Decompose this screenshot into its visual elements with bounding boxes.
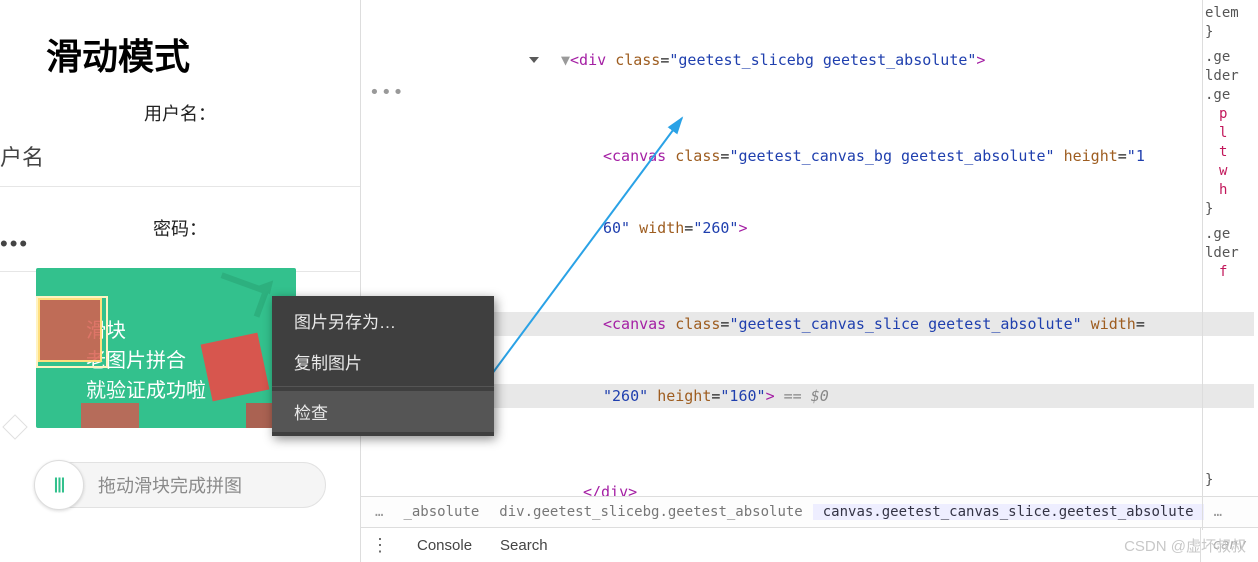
breadcrumb-item[interactable]: _absolute	[393, 504, 489, 520]
style-line: }	[1205, 471, 1213, 490]
captcha-slider-handle[interactable]: |||	[34, 460, 84, 510]
breadcrumb-item-selected[interactable]: canvas.geetest_canvas_slice.geetest_abso…	[813, 504, 1204, 520]
style-line: .ge	[1205, 86, 1256, 105]
style-line: f	[1205, 263, 1256, 282]
kebab-menu-icon[interactable]: ⋮	[371, 535, 389, 556]
gutter-more-icon[interactable]: •••	[369, 82, 405, 103]
dom-node-selected[interactable]: <canvas class="geetest_canvas_slice geet…	[361, 312, 1254, 336]
context-menu: 图片另存为… 复制图片 检查	[272, 296, 494, 436]
ctx-inspect[interactable]: 检查	[272, 391, 494, 432]
page-title: 滑动模式	[46, 28, 360, 80]
style-line: h	[1205, 181, 1256, 200]
style-line: p	[1205, 105, 1256, 124]
tab-console[interactable]: Console	[417, 537, 472, 554]
captcha-pointer	[2, 414, 27, 439]
captcha-hint-arrow	[212, 272, 269, 317]
dom-tree[interactable]: ▼<div class="geetest_slicebg geetest_abs…	[361, 0, 1258, 496]
styles-pane[interactable]: elem } .ge lder .ge p l t w h } .ge lder…	[1202, 0, 1258, 530]
captcha-slice-piece[interactable]	[40, 300, 100, 360]
captcha-line: 就验证成功啦	[86, 376, 206, 406]
style-line: l	[1205, 124, 1256, 143]
style-line: lder	[1205, 244, 1256, 263]
ctx-save-image-as[interactable]: 图片另存为…	[272, 300, 494, 341]
dom-node-cont[interactable]: 60" width="260">	[361, 216, 1254, 240]
style-line: }	[1205, 200, 1256, 219]
username-label: 用户名：	[0, 100, 360, 126]
devtools-elements-panel: ••• ▼<div class="geetest_slicebg geetest…	[360, 0, 1258, 562]
style-line: }	[1205, 23, 1256, 42]
dom-node-close[interactable]: </div>	[361, 480, 1254, 496]
ctx-separator	[272, 386, 494, 387]
style-line: elem	[1205, 4, 1256, 23]
style-line: t	[1205, 143, 1256, 162]
tab-search[interactable]: Search	[500, 537, 548, 554]
puzzle-gap	[201, 333, 270, 402]
breadcrumb-overflow[interactable]: …	[365, 504, 393, 520]
breadcrumb[interactable]: … _absolute div.geetest_slicebg.geetest_…	[361, 496, 1258, 528]
dom-node[interactable]: <canvas class="geetest_canvas_bg geetest…	[361, 144, 1254, 168]
puzzle-decor	[81, 403, 139, 428]
dom-node[interactable]: ▼<div class="geetest_slicebg geetest_abs…	[361, 48, 1254, 72]
login-panel: 滑动模式 用户名： 户名 密码： ••• 滑块 老图片拼合 就验证成功啦 |||…	[0, 0, 360, 562]
style-line: .ge	[1205, 48, 1256, 67]
watermark: CSDN @虚坏叔叔	[1124, 535, 1246, 556]
breadcrumb-item[interactable]: div.geetest_slicebg.geetest_absolute	[489, 504, 812, 520]
style-line: lder	[1205, 67, 1256, 86]
username-input[interactable]: 户名	[0, 134, 360, 187]
captcha-slider-track[interactable]: ||| 拖动滑块完成拼图	[36, 462, 326, 508]
slider-handle-icon: |||	[54, 476, 64, 494]
dom-node-selected-cont[interactable]: "260" height="160"> == $0	[361, 384, 1254, 408]
ctx-copy-image[interactable]: 复制图片	[272, 341, 494, 382]
style-line: w	[1205, 162, 1256, 181]
slider-hint-text: 拖动滑块完成拼图	[98, 472, 242, 498]
style-line: .ge	[1205, 225, 1256, 244]
